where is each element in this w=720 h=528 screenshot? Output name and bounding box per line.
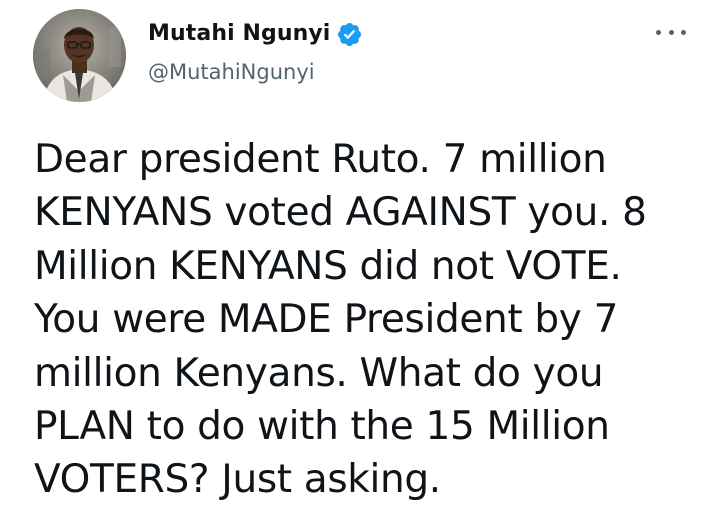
author-display-name[interactable]: Mutahi Ngunyi [148,19,330,49]
tweet-text: Dear president Ruto. 7 million KENYANS v… [34,133,702,507]
more-horizontal-icon[interactable] [656,22,686,42]
more-dot [668,29,674,35]
profile-photo-icon [33,9,126,102]
author-name-row: Mutahi Ngunyi [148,19,363,49]
tweet-text-line: KENYANS voted AGAINST you. 8 [34,190,647,236]
tweet-text-line: Dear president Ruto. 7 million [34,137,607,182]
tweet-card: Mutahi Ngunyi @MutahiNgunyi Dear preside… [0,0,720,528]
tweet-text-line: VOTERS? Just asking. [34,457,441,503]
tweet-text-line: You were MADE President by 7 [34,297,619,343]
more-dot [656,29,661,35]
tweet-text-line: Million KENYANS did not VOTE. [34,243,622,289]
more-dot [681,29,686,35]
avatar[interactable] [33,9,126,102]
tweet-text-line: million Kenyans. What do you [34,350,604,396]
author-handle[interactable]: @MutahiNgunyi [148,58,315,86]
tweet-text-line: PLAN to do with the 15 Million [34,404,610,450]
verified-badge-icon [338,22,362,46]
